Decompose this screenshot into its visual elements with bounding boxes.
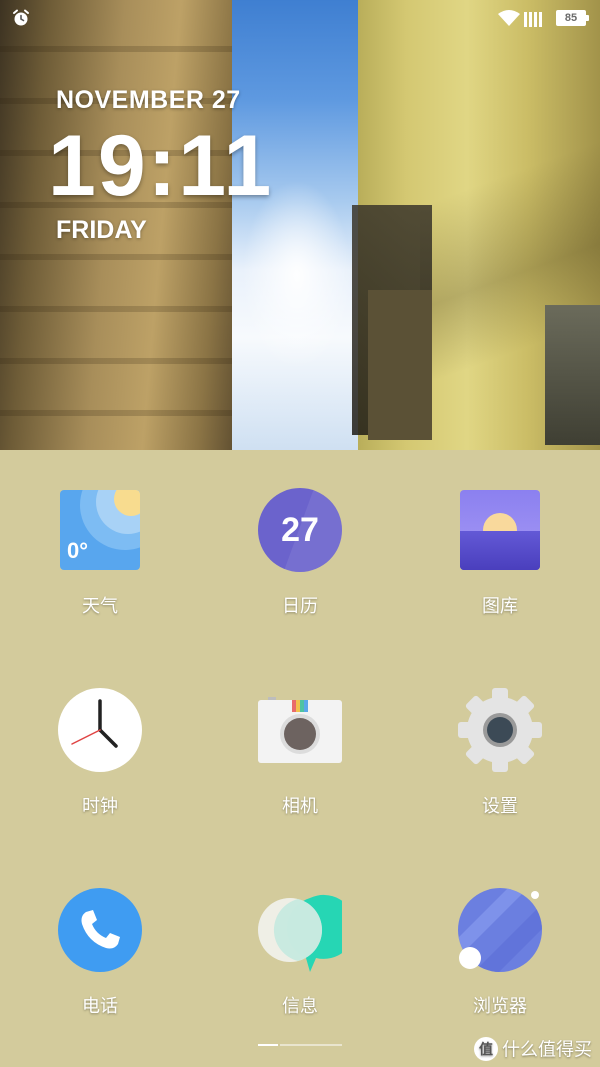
camera-icon (258, 688, 342, 772)
app-gallery[interactable]: 图库 (420, 488, 580, 638)
app-label: 时钟 (82, 796, 118, 816)
calendar-icon: 27 (258, 488, 342, 572)
weather-temperature: 0° (67, 538, 89, 563)
app-calendar[interactable]: 27 日历 (220, 488, 380, 638)
settings-icon (458, 688, 542, 772)
page-indicator-active (258, 1044, 278, 1046)
wallpaper-sky (232, 0, 372, 450)
weather-icon: 0° (58, 488, 142, 572)
app-label: 图库 (482, 596, 518, 616)
app-label: 相机 (282, 796, 318, 816)
app-label: 浏览器 (473, 996, 527, 1016)
clock-icon (58, 688, 142, 772)
widget-day: FRIDAY (56, 216, 147, 244)
watermark-logo-icon: 值 (474, 1037, 498, 1062)
status-bar: 85 (0, 0, 600, 36)
wifi-icon (498, 10, 520, 26)
wallpaper-air-conditioner (545, 305, 600, 445)
app-phone[interactable]: 电话 (20, 888, 180, 1038)
watermark-text: 什么值得买 (502, 1039, 592, 1060)
wallpaper-balcony-lower (368, 290, 432, 440)
widget-date: NOVEMBER 27 (56, 86, 241, 114)
widget-time: 19:11 (48, 118, 274, 214)
app-label: 设置 (482, 796, 518, 816)
app-browser[interactable]: 浏览器 (420, 888, 580, 1038)
browser-icon (458, 888, 542, 972)
signal-bars-icon (524, 12, 542, 27)
app-label: 日历 (282, 596, 318, 616)
watermark: 值什么值得买 (474, 1034, 592, 1062)
app-messages[interactable]: 信息 (220, 888, 380, 1038)
app-weather[interactable]: 0° 天气 (20, 488, 180, 638)
messages-icon (258, 888, 342, 972)
app-label: 信息 (282, 996, 318, 1016)
phone-icon (58, 888, 142, 972)
app-settings[interactable]: 设置 (420, 688, 580, 838)
app-label: 电话 (82, 996, 118, 1016)
gallery-icon (458, 488, 542, 572)
calendar-date: 27 (258, 488, 342, 572)
app-label: 天气 (82, 596, 118, 616)
app-clock[interactable]: 时钟 (20, 688, 180, 838)
page-indicator[interactable] (258, 1044, 342, 1046)
app-camera[interactable]: 相机 (220, 688, 380, 838)
battery-indicator: 85 (556, 10, 589, 26)
page-indicator-inactive (280, 1044, 342, 1046)
alarm-clock-icon (13, 9, 29, 26)
